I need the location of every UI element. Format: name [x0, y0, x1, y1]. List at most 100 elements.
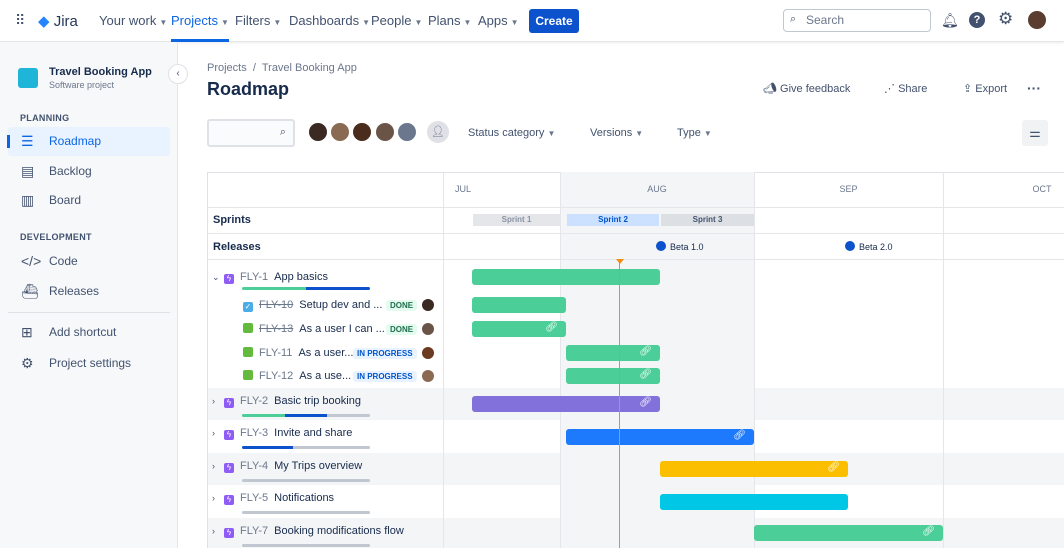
issue-row-fly-2[interactable]: › ϟ FLY-2 Basic trip booking: [212, 395, 361, 408]
issue-row-fly-11[interactable]: FLY-11 As a user...: [243, 347, 353, 359]
export-button[interactable]: ⇪ Export: [963, 82, 1007, 95]
issue-key[interactable]: FLY-4: [240, 460, 268, 472]
chevron-right-icon[interactable]: ›: [212, 493, 224, 503]
settings-icon[interactable]: ⚙: [998, 9, 1013, 29]
notifications-icon[interactable]: 🔔︎: [941, 12, 959, 29]
timeline-bar-fly-13[interactable]: 🔗︎: [472, 321, 566, 337]
nav-apps[interactable]: Apps ▼: [478, 0, 519, 42]
issue-title: As a user...: [298, 347, 354, 359]
app-switcher-icon[interactable]: ⠿: [15, 13, 25, 27]
give-feedback-button[interactable]: 📣︎ Give feedback: [763, 82, 850, 95]
nav-plans[interactable]: Plans ▼: [428, 0, 471, 42]
breadcrumb-projects[interactable]: Projects: [207, 62, 247, 74]
more-actions-icon[interactable]: ···: [1027, 80, 1041, 96]
share-button[interactable]: ⋰ Share: [884, 82, 927, 95]
issue-title: My Trips overview: [274, 460, 363, 472]
release-beta-1[interactable]: Beta 1.0: [656, 241, 704, 252]
nav-dashboards[interactable]: Dashboards ▼: [289, 0, 370, 42]
issue-title: Invite and share: [274, 427, 353, 439]
sprint-3[interactable]: Sprint 3: [661, 214, 754, 226]
sidebar-item-backlog[interactable]: ▤ Backlog: [8, 157, 170, 186]
release-beta-2[interactable]: Beta 2.0: [845, 241, 893, 252]
backlog-icon: ▤: [21, 163, 35, 179]
issue-key[interactable]: FLY-2: [240, 395, 268, 407]
issue-key[interactable]: FLY-12: [259, 370, 293, 382]
timeline-bar-fly-7[interactable]: 🔗︎: [754, 525, 943, 541]
avatar[interactable]: [396, 121, 418, 143]
status-lozenge: IN PROGRESS: [353, 371, 417, 382]
timeline-bar-fly-3[interactable]: 🔗︎: [566, 428, 754, 445]
collapse-sidebar-button[interactable]: ‹: [168, 64, 188, 84]
status-category-filter[interactable]: Status category ▼: [468, 127, 555, 139]
timeline-bar-fly-5[interactable]: [660, 493, 848, 510]
issue-key[interactable]: FLY-3: [240, 427, 268, 439]
chevron-right-icon[interactable]: ›: [212, 461, 224, 471]
issue-row-fly-5[interactable]: › ϟ FLY-5 Notifications: [212, 492, 334, 505]
sprint-1[interactable]: Sprint 1: [473, 214, 560, 226]
assignee-avatar[interactable]: [422, 370, 434, 382]
issue-row-fly-3[interactable]: › ϟ FLY-3 Invite and share: [212, 427, 352, 440]
board-icon: ▥: [21, 192, 35, 208]
issue-key[interactable]: FLY-1: [240, 271, 268, 283]
project-settings[interactable]: ⚙ Project settings: [8, 349, 170, 378]
month-aug: AUG: [647, 184, 667, 194]
issue-row-fly-4[interactable]: › ϟ FLY-4 My Trips overview: [212, 460, 362, 473]
roadmap-search-input[interactable]: ⌕: [207, 119, 295, 147]
assignee-avatar[interactable]: [422, 347, 434, 359]
help-icon[interactable]: ?: [969, 12, 985, 28]
chevron-down-icon[interactable]: ⌄: [212, 272, 224, 283]
profile-avatar[interactable]: [1028, 11, 1046, 29]
avatar[interactable]: [374, 121, 396, 143]
avatar[interactable]: [351, 121, 373, 143]
issue-row-fly-1[interactable]: ⌄ ϟ FLY-1 App basics: [212, 271, 328, 284]
nav-filters[interactable]: Filters ▼: [235, 0, 281, 42]
issue-row-fly-12[interactable]: FLY-12 As a use...: [243, 370, 351, 382]
timeline-bar-fly-11[interactable]: 🔗︎: [566, 345, 660, 361]
releases-label: Releases: [213, 241, 261, 253]
nav-your-work[interactable]: Your work ▼: [99, 0, 167, 42]
status-lozenge: DONE: [386, 300, 418, 311]
create-button[interactable]: Create: [529, 9, 579, 33]
chevron-right-icon[interactable]: ›: [212, 428, 224, 438]
issue-key[interactable]: FLY-10: [259, 299, 293, 311]
issue-key[interactable]: FLY-5: [240, 492, 268, 504]
breadcrumb-project[interactable]: Travel Booking App: [262, 62, 357, 74]
progress-bar: [242, 287, 370, 290]
view-settings-icon[interactable]: ⚌: [1022, 120, 1048, 146]
add-shortcut[interactable]: ⊞ Add shortcut: [8, 318, 170, 347]
issue-key[interactable]: FLY-7: [240, 525, 268, 537]
code-icon: </>: [21, 253, 42, 269]
nav-projects[interactable]: Projects ▼: [171, 0, 229, 42]
type-filter[interactable]: Type ▼: [677, 127, 712, 139]
issue-title: Basic trip booking: [274, 395, 361, 407]
issue-row-fly-10[interactable]: ✓ FLY-10 Setup dev and ...: [243, 299, 382, 312]
add-people-icon[interactable]: 👤︎: [427, 121, 449, 143]
timeline-bar-fly-4[interactable]: 🔗︎: [660, 461, 848, 477]
avatar[interactable]: [307, 121, 329, 143]
assignee-avatar[interactable]: [422, 299, 434, 311]
sidebar-item-board[interactable]: ▥ Board: [8, 186, 170, 215]
timeline-bar-fly-1[interactable]: [472, 269, 660, 285]
sprint-2[interactable]: Sprint 2: [567, 214, 659, 226]
issue-key[interactable]: FLY-13: [259, 323, 293, 335]
versions-filter[interactable]: Versions ▼: [590, 127, 643, 139]
timeline-bar-fly-12[interactable]: 🔗︎: [566, 368, 660, 384]
search-input[interactable]: Search: [783, 9, 931, 32]
avatar[interactable]: [329, 121, 351, 143]
timeline-bar-fly-10[interactable]: [472, 297, 566, 313]
issue-row-fly-13[interactable]: FLY-13 As a user I can ...: [243, 323, 385, 335]
sidebar-item-code[interactable]: </> Code: [8, 247, 170, 276]
assignee-avatar[interactable]: [422, 323, 434, 335]
jira-logo[interactable]: ◆ Jira: [38, 12, 78, 30]
sidebar-item-releases[interactable]: ⛴ Releases: [8, 277, 170, 306]
sidebar-item-roadmap[interactable]: ☰ Roadmap: [8, 127, 170, 156]
project-type: Software project: [49, 80, 115, 90]
issue-row-fly-7[interactable]: › ϟ FLY-7 Booking modifications flow: [212, 525, 404, 538]
chevron-right-icon[interactable]: ›: [212, 526, 224, 536]
megaphone-icon: 📣︎: [763, 83, 777, 95]
chevron-right-icon[interactable]: ›: [212, 396, 224, 406]
issue-key[interactable]: FLY-11: [259, 347, 292, 359]
timeline-bar-fly-2[interactable]: 🔗︎: [472, 396, 660, 412]
nav-people[interactable]: People ▼: [371, 0, 422, 42]
issue-title: As a user I can ...: [299, 323, 385, 335]
